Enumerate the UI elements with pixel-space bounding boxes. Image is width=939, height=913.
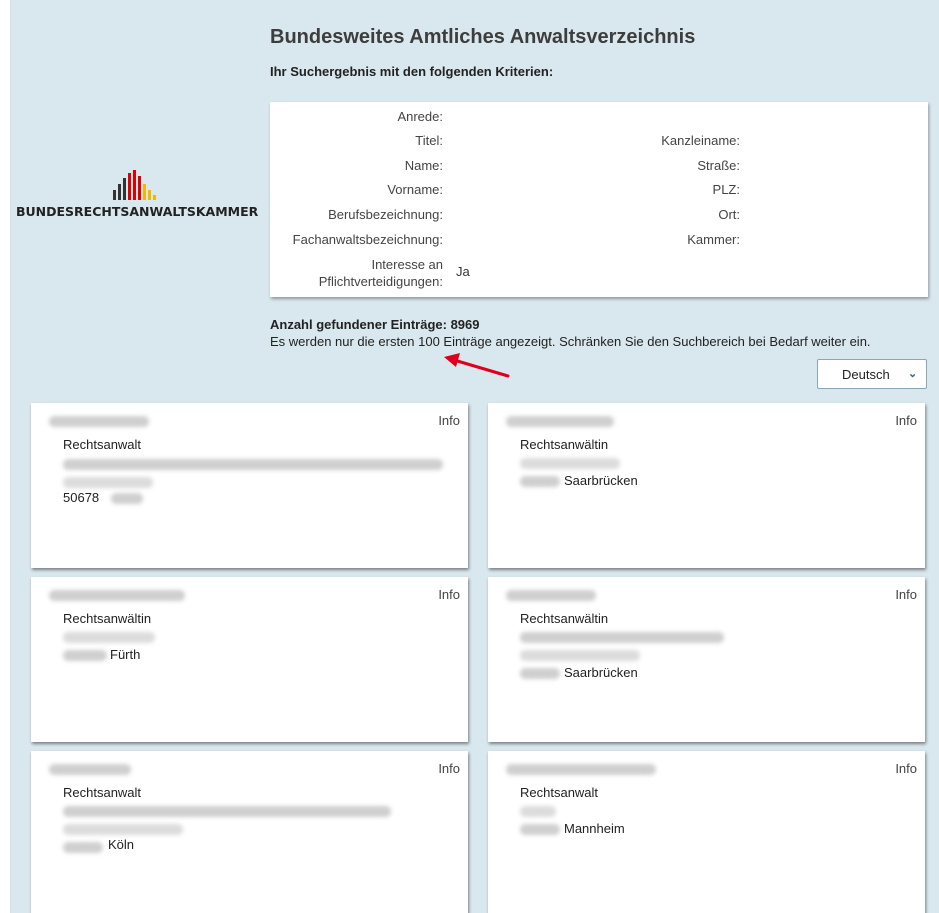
blurred-address <box>63 632 155 643</box>
info-link[interactable]: Info <box>895 413 917 428</box>
brak-logo[interactable]: BUNDESRECHTSANWALTSKAMMER <box>16 170 259 219</box>
language-select[interactable]: Deutsch ⌄ <box>817 359 927 389</box>
blurred-postal-code <box>520 668 560 679</box>
blurred-address <box>520 632 724 643</box>
info-link[interactable]: Info <box>438 761 460 776</box>
criteria-label-strasse: Straße: <box>697 158 740 173</box>
job-title: Rechtsanwältin <box>520 437 609 452</box>
blurred-address <box>520 806 556 817</box>
city: Mannheim <box>564 821 625 836</box>
blurred-name <box>506 416 614 427</box>
result-card[interactable]: Info Rechtsanwältin Saarbrücken <box>488 577 925 742</box>
criteria-label-pflichtverteidigung-line2: Pflichtverteidigungen: <box>318 274 443 289</box>
search-criteria-panel: Anrede: Titel: Name: Vorname: Berufsbeze… <box>270 102 928 297</box>
blurred-address <box>63 459 443 470</box>
chevron-down-icon: ⌄ <box>908 368 918 380</box>
job-title: Rechtsanwalt <box>63 437 142 452</box>
postal-code: 50678 <box>63 490 100 505</box>
criteria-label-anrede: Anrede: <box>397 109 443 124</box>
info-link[interactable]: Info <box>438 587 460 602</box>
criteria-label-pflichtverteidigung-line1: Interesse an <box>371 257 443 272</box>
criteria-label-ort: Ort: <box>718 207 740 222</box>
city: Saarbrücken <box>564 473 638 488</box>
blurred-postal-code <box>63 650 107 661</box>
blurred-name <box>49 764 131 775</box>
criteria-label-plz: PLZ: <box>712 182 740 197</box>
blurred-postal-code <box>520 476 560 487</box>
logo-text: BUNDESRECHTSANWALTSKAMMER <box>16 204 259 219</box>
blurred-address <box>520 458 620 469</box>
criteria-label-kammer: Kammer: <box>687 232 740 247</box>
blurred-address <box>520 650 640 661</box>
blurred-name <box>49 416 149 427</box>
info-link[interactable]: Info <box>895 587 917 602</box>
page-title: Bundesweites Amtliches Anwaltsverzeichni… <box>270 26 696 48</box>
job-title: Rechtsanwältin <box>63 611 152 626</box>
page-subtitle: Ihr Suchergebnis mit den folgenden Krite… <box>270 64 554 79</box>
result-card[interactable]: Info Rechtsanwalt Köln <box>31 751 468 913</box>
job-title: Rechtsanwalt <box>520 785 599 800</box>
city: Saarbrücken <box>564 665 638 680</box>
page: BUNDESRECHTSANWALTSKAMMER Bundesweites A… <box>0 0 939 913</box>
result-card[interactable]: Info Rechtsanwalt Mannheim <box>488 751 925 913</box>
criteria-label-kanzleiname: Kanzleiname: <box>661 133 740 148</box>
city: Köln <box>108 837 135 852</box>
result-limit-notice: Es werden nur die ersten 100 Einträge an… <box>270 334 871 349</box>
info-link[interactable]: Info <box>895 761 917 776</box>
blurred-address <box>63 824 183 835</box>
blurred-name <box>506 590 596 601</box>
result-card[interactable]: Info Rechtsanwältin Saarbrücken <box>488 403 925 568</box>
language-select-value: Deutsch <box>842 367 890 382</box>
job-title: Rechtsanwältin <box>520 611 609 626</box>
blurred-name <box>49 590 185 601</box>
result-card[interactable]: Info Rechtsanwältin Fürth <box>31 577 468 742</box>
info-link[interactable]: Info <box>438 413 460 428</box>
result-card[interactable]: Info Rechtsanwalt 50678 <box>31 403 468 568</box>
blurred-postal-code <box>63 842 103 853</box>
result-count: Anzahl gefundener Einträge: 8969 <box>270 317 480 332</box>
blurred-address <box>63 806 391 817</box>
criteria-value-pflichtverteidigung: Ja <box>456 264 470 279</box>
blurred-name <box>506 764 656 775</box>
job-title: Rechtsanwalt <box>63 785 142 800</box>
blurred-city <box>111 493 143 504</box>
red-arrow-annotation-icon <box>444 353 510 378</box>
blurred-postal-code <box>520 824 560 835</box>
city: Fürth <box>110 647 141 662</box>
logo-bars-icon <box>113 170 156 200</box>
blurred-address <box>63 477 153 488</box>
